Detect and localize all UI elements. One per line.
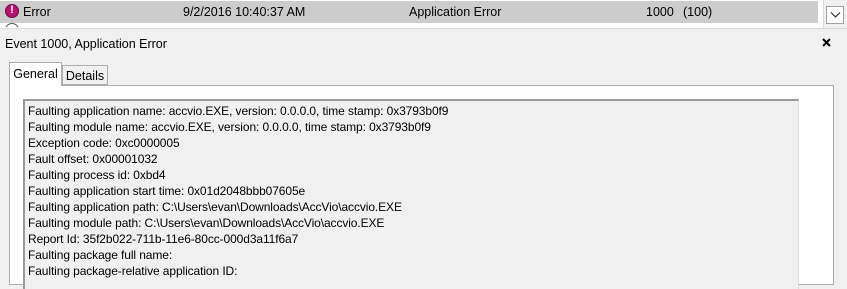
description-line: Faulting package-relative application ID… (28, 264, 238, 278)
event-detail-header: Event 1000, Application Error (0, 33, 847, 55)
description-line: Report Id: 35f2b022-711b-11e6-80cc-000d3… (28, 232, 299, 246)
description-line: Faulting module name: accvio.EXE, versio… (28, 120, 431, 134)
event-row-selected[interactable]: Error 9/2/2016 10:40:37 AM Application E… (0, 1, 818, 23)
description-line: Faulting application name: accvio.EXE, v… (28, 104, 449, 118)
description-line: Faulting package full name: (28, 248, 173, 262)
next-row-icon (5, 23, 19, 27)
event-id: 1000 (646, 5, 674, 19)
description-line: Faulting application path: C:\Users\evan… (28, 200, 402, 214)
event-detail-title: Event 1000, Application Error (5, 37, 167, 51)
description-line: Faulting module path: C:\Users\evan\Down… (28, 216, 385, 230)
tab-details-label: Details (65, 69, 105, 83)
description-line: Exception code: 0xc0000005 (28, 136, 180, 150)
event-level: Error (23, 5, 51, 19)
event-list: Error 9/2/2016 10:40:37 AM Application E… (0, 0, 847, 29)
list-scrollbar[interactable] (823, 0, 847, 28)
event-description-box[interactable]: Faulting application name: accvio.EXE, v… (23, 99, 799, 289)
description-line: Faulting process id: 0xbd4 (28, 168, 166, 182)
error-icon (5, 4, 19, 18)
description-line: Fault offset: 0x00001032 (28, 152, 158, 166)
close-icon[interactable] (818, 34, 836, 52)
general-panel: Faulting application name: accvio.EXE, v… (9, 85, 834, 289)
description-line: Faulting application start time: 0x01d20… (28, 184, 306, 198)
tab-general-label: General (13, 67, 58, 81)
scroll-down-button[interactable] (826, 6, 844, 24)
event-source: Application Error (409, 5, 502, 19)
event-date-time: 9/2/2016 10:40:37 AM (183, 5, 306, 19)
tab-details[interactable]: Details (62, 65, 108, 85)
event-task-category: (100) (683, 5, 713, 19)
chevron-down-icon (830, 12, 841, 18)
tab-general[interactable]: General (9, 62, 62, 86)
